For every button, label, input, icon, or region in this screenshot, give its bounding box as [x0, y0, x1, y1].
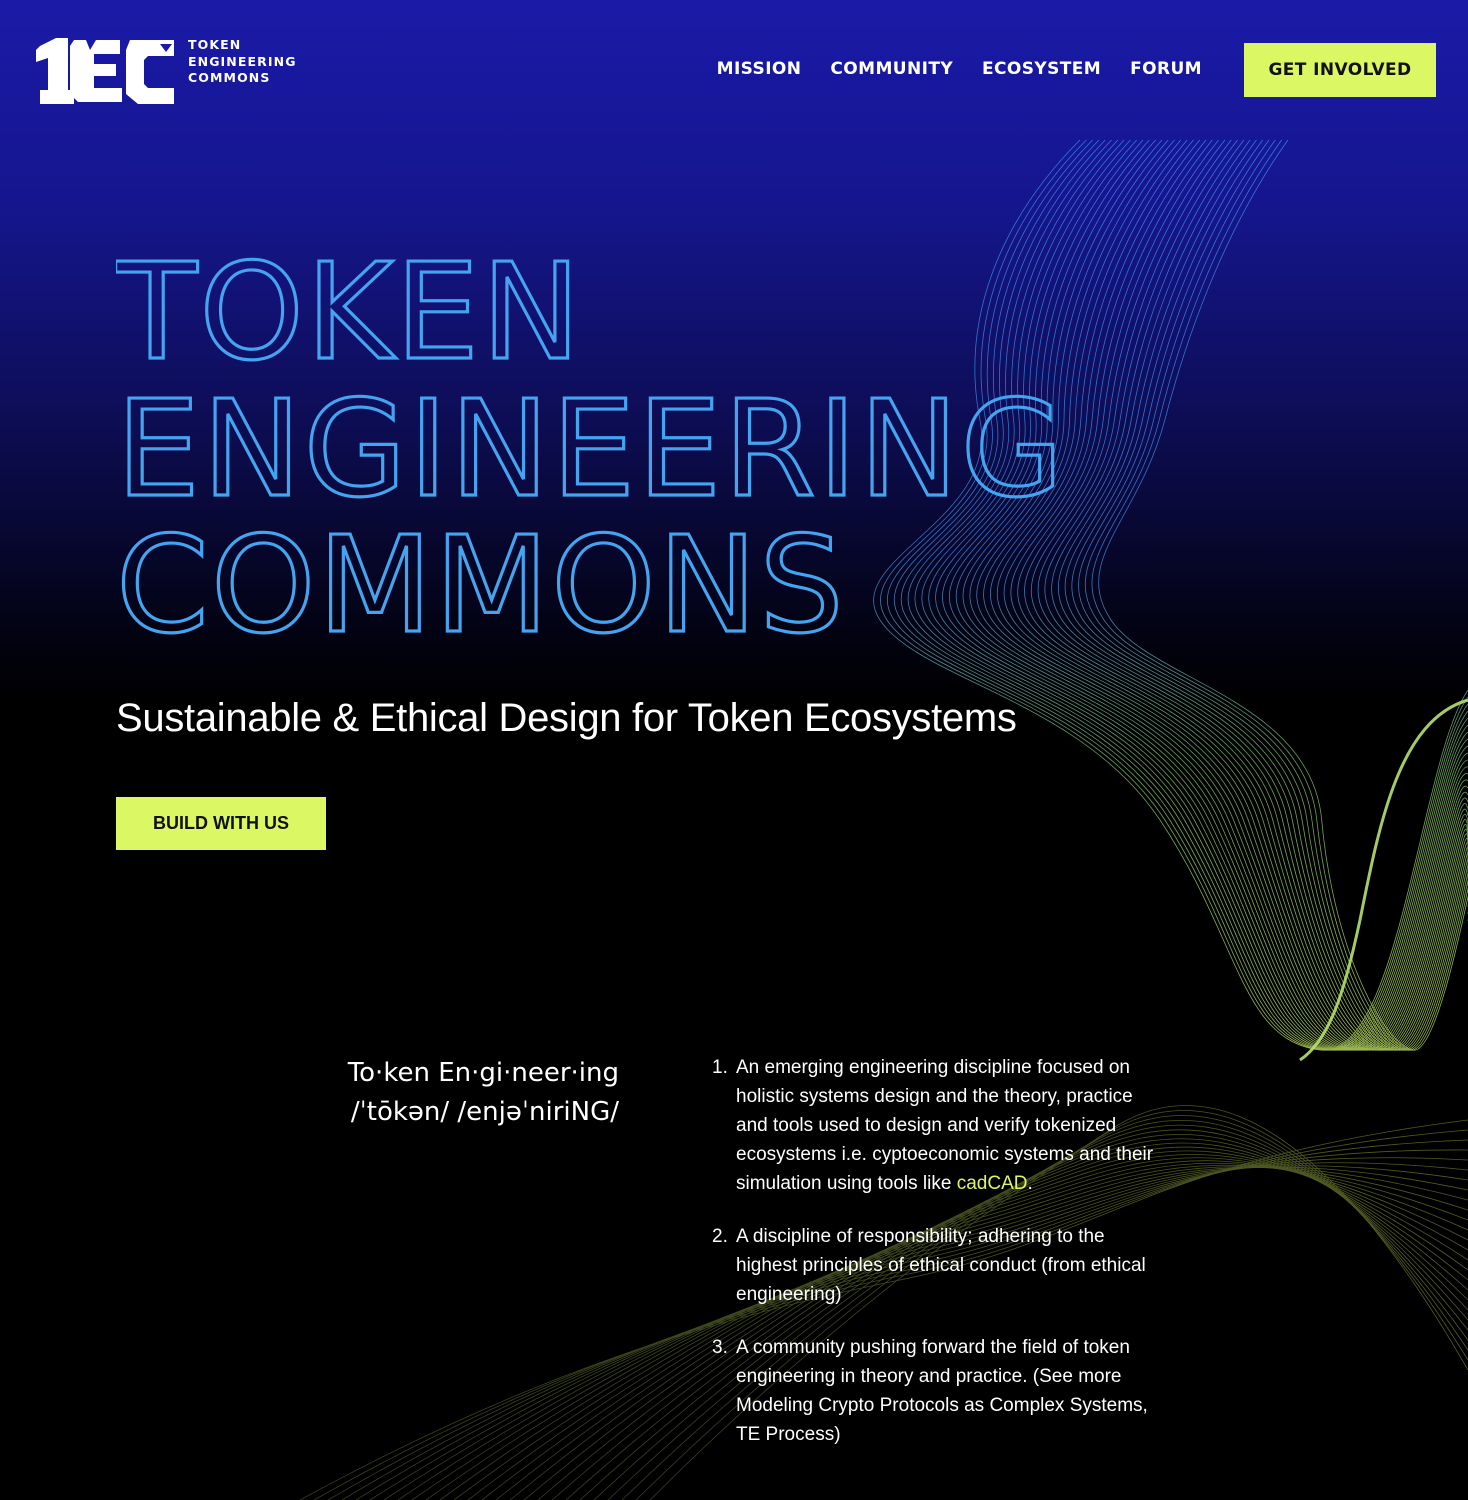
nav-item-forum[interactable]: FORUM — [1130, 59, 1202, 79]
hero-title: TOKEN ENGINEERING COMMONS — [113, 234, 1076, 664]
tec-logo[interactable]: TOKEN ENGINEERING COMMONS — [34, 36, 297, 106]
list-item: 1. An emerging engineering discipline fo… — [712, 1053, 1156, 1198]
definition-term: To·ken En·gi·neer·ing — [347, 1058, 619, 1088]
list-item-number: 3. — [712, 1337, 728, 1358]
page: TOKEN ENGINEERING COMMONS MISSION COMMUN… — [0, 0, 1468, 1500]
hero-title-line: TOKEN — [116, 246, 583, 390]
wave-lines-decoration — [299, 139, 1468, 1500]
list-item: 3. A community pushing forward the field… — [712, 1333, 1156, 1449]
list-item-number: 2. — [712, 1226, 728, 1247]
cadcad-link[interactable]: cadCAD — [957, 1173, 1028, 1194]
list-item: 2. A discipline of responsibility; adher… — [712, 1222, 1156, 1309]
definition-pronunciation: /ˈtōkən/ /enjəˈniriNG/ — [350, 1097, 619, 1127]
list-item-text: An emerging engineering discipline focus… — [736, 1057, 1154, 1194]
main-nav: MISSION COMMUNITY ECOSYSTEM FORUM — [717, 56, 1202, 82]
build-with-us-button[interactable]: BUILD WITH US — [116, 797, 326, 850]
logo-line: COMMONS — [188, 70, 271, 85]
list-item-number: 1. — [712, 1057, 728, 1078]
hero-subtitle: Sustainable & Ethical Design for Token E… — [116, 696, 1017, 740]
nav-item-community[interactable]: COMMUNITY — [830, 59, 953, 79]
list-item-text-end: . — [1027, 1173, 1033, 1194]
logo-line: TOKEN — [188, 37, 242, 52]
logo-wordmark: TOKEN ENGINEERING COMMONS — [188, 37, 297, 87]
list-item-text: A discipline of responsibility; adhering… — [736, 1226, 1146, 1305]
logo-line: ENGINEERING — [188, 53, 297, 69]
nav-item-ecosystem[interactable]: ECOSYSTEM — [982, 59, 1101, 79]
tec-logo-icon — [36, 38, 174, 104]
hero-title-line: COMMONS — [116, 509, 846, 646]
get-involved-button[interactable]: GET INVOLVED — [1244, 43, 1436, 97]
definition-heading: To·ken En·gi·neer·ing /ˈtōkən/ /enjəˈnir… — [348, 1054, 619, 1132]
list-item-text: A community pushing forward the field of… — [736, 1337, 1148, 1445]
definition-list: 1. An emerging engineering discipline fo… — [712, 1053, 1156, 1473]
hero-title-line: ENGINEERING — [116, 373, 1066, 527]
nav-item-mission[interactable]: MISSION — [717, 59, 802, 79]
